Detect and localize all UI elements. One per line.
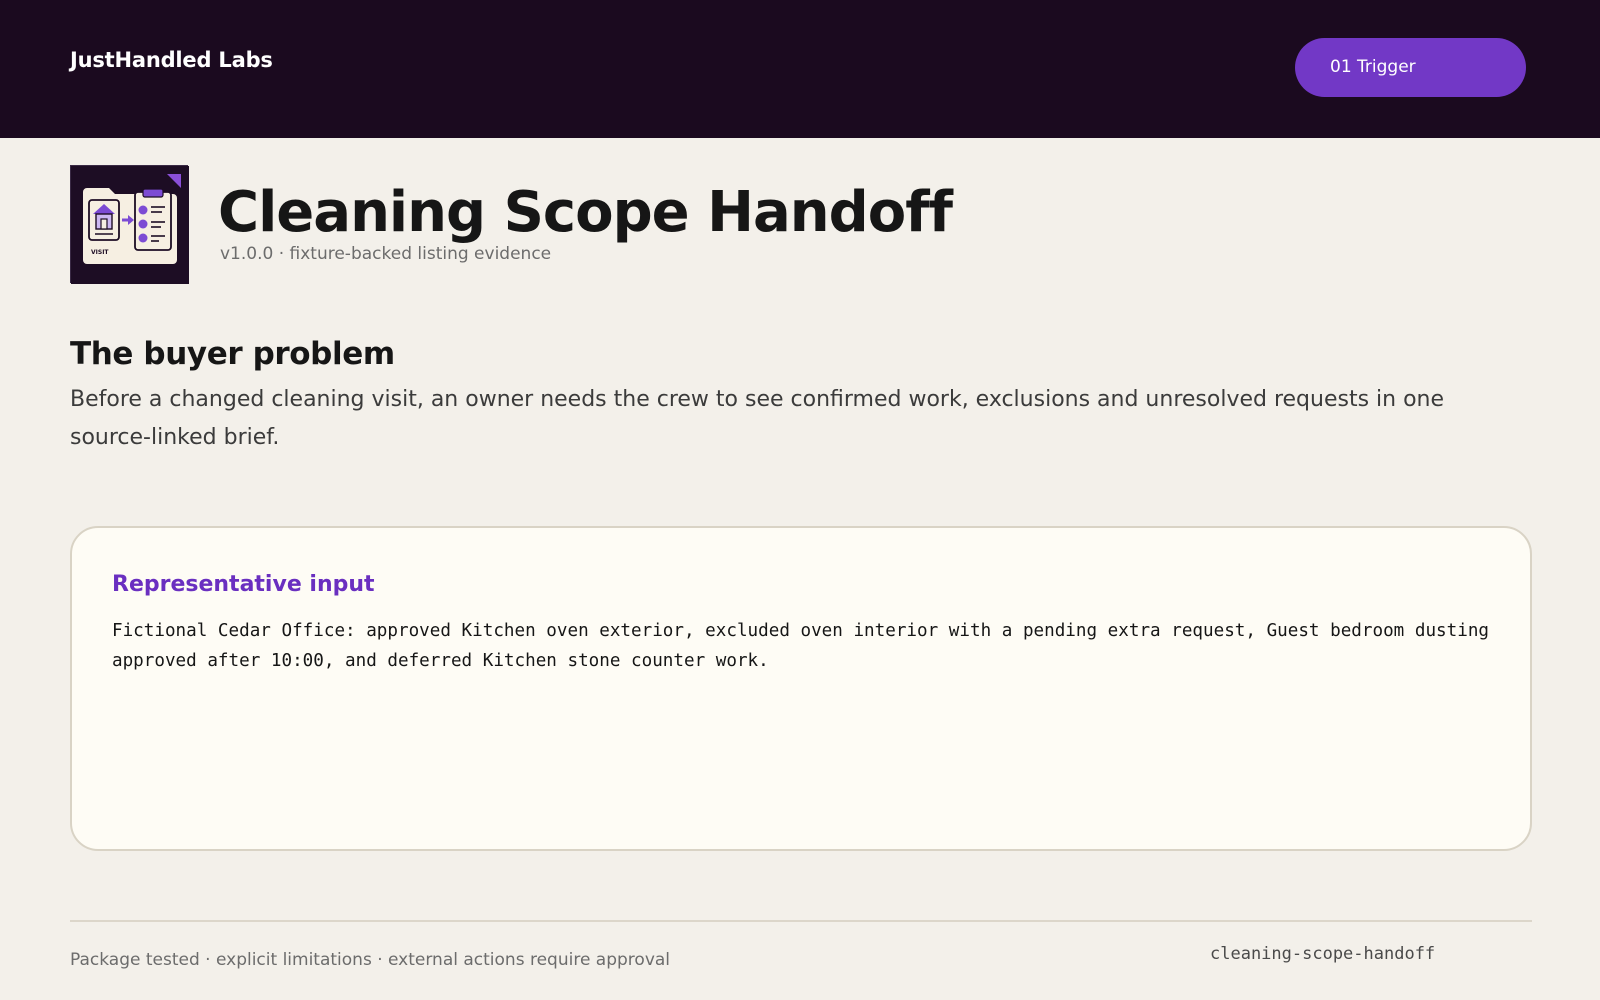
top-bar: JustHandled Labs 01 Trigger (0, 0, 1600, 138)
problem-description: Before a changed cleaning visit, an owne… (70, 387, 1445, 450)
problem-heading: The buyer problem (70, 336, 395, 372)
logo-visit-label: VISIT (91, 249, 109, 256)
visit-scope-folder-icon: VISIT (70, 165, 189, 284)
input-card-text: Fictional Cedar Office: approved Kitchen… (112, 621, 1490, 671)
trigger-button[interactable]: 01 Trigger (1295, 38, 1526, 97)
page-subtitle: v1.0.0 · fixture-backed listing evidence (220, 244, 552, 264)
input-card-heading: Representative input (112, 572, 375, 597)
footer-divider (70, 920, 1532, 922)
footer-note: Package tested · explicit limitations · … (70, 950, 671, 970)
brand-name: JustHandled Labs (70, 48, 273, 72)
page-title: Cleaning Scope Handoff (218, 180, 953, 245)
representative-input-card: Representative input Fictional Cedar Off… (70, 526, 1532, 851)
package-slug: cleaning-scope-handoff (1210, 944, 1436, 964)
